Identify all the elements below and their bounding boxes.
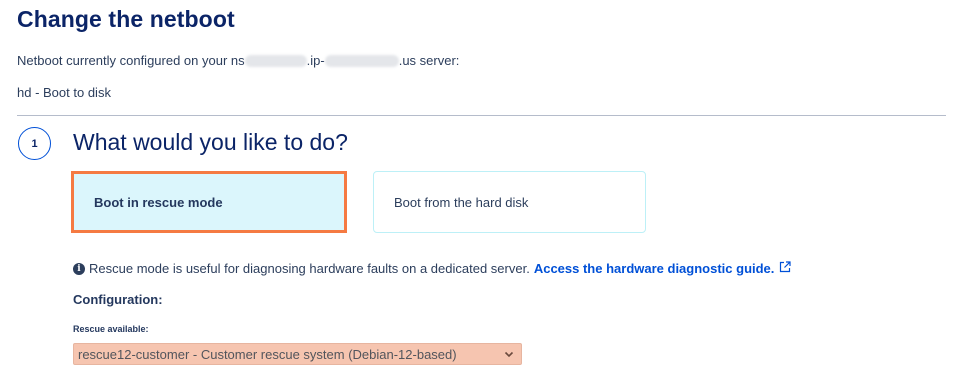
rescue-select[interactable]: rescue12-customer - Customer rescue syst… <box>73 343 522 365</box>
hardware-diagnostic-guide-link[interactable]: Access the hardware diagnostic guide. <box>534 261 775 276</box>
boot-hard-disk-label: Boot from the hard disk <box>394 194 529 210</box>
current-netboot-suffix: .us server: <box>398 53 460 68</box>
configuration-heading: Configuration: <box>73 292 163 307</box>
rescue-info-text: Rescue mode is useful for diagnosing har… <box>89 261 530 276</box>
current-netboot-value: hd - Boot to disk <box>17 85 111 100</box>
redacted-server-id <box>244 54 307 67</box>
rescue-select-value: rescue12-customer - Customer rescue syst… <box>78 346 457 362</box>
step-number-badge: 1 <box>18 127 51 160</box>
boot-rescue-mode-option[interactable]: Boot in rescue mode <box>71 171 347 233</box>
page-title: Change the netboot <box>17 6 235 32</box>
current-netboot-prefix: Netboot currently configured on your ns <box>17 53 245 68</box>
redacted-server-ip <box>324 54 399 67</box>
external-link-icon[interactable] <box>779 260 792 273</box>
netboot-page: Change the netboot Netboot currently con… <box>0 0 959 379</box>
current-netboot-mid: .ip- <box>306 53 325 68</box>
step-title: What would you like to do? <box>73 129 348 155</box>
boot-rescue-mode-label: Boot in rescue mode <box>94 194 223 210</box>
section-divider <box>17 115 946 116</box>
chevron-down-icon <box>503 348 515 363</box>
current-netboot-line: Netboot currently configured on your ns.… <box>17 53 459 68</box>
info-circle-icon: i <box>73 262 85 275</box>
rescue-available-label: Rescue available: <box>73 324 149 334</box>
boot-hard-disk-option[interactable]: Boot from the hard disk <box>373 171 646 233</box>
rescue-info-line: i Rescue mode is useful for diagnosing h… <box>73 260 792 276</box>
